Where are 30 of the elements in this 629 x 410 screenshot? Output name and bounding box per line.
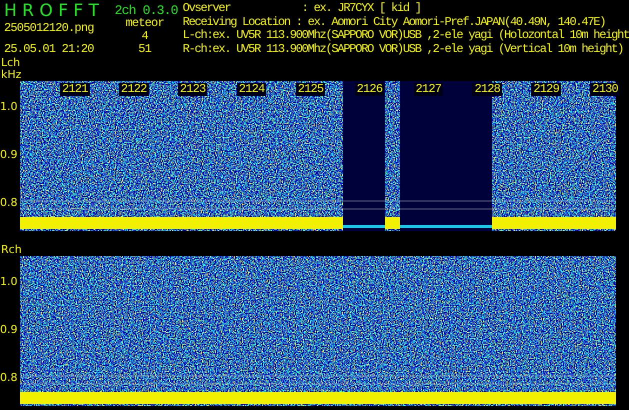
meteor-count: 51 [138,43,152,56]
time-label: 2121 [60,83,90,96]
axis-label: 0.9 [0,149,18,161]
time-label: 2127 [414,83,444,96]
station-info: L-ch:ex. UV5R 113.900Mhz(SAPPORO VOR)USB ,2-ele yagi (Holozontal 10m height [182,29,629,42]
time-label: 2124 [236,83,266,96]
axis-label: 0.8 [0,197,18,209]
axis-label: 1.0 [0,101,18,113]
app-title: H R O F F T [4,2,100,20]
unit-label: kHz [0,69,22,81]
time-label: 2126 [354,83,384,96]
time-label: 2122 [118,83,149,96]
time-label: 2129 [531,83,561,96]
axis-label: 0.8 [0,372,18,384]
station-info: Receiving Location : ex. Aomori City Aomori-Pref.JAPAN(40.49N, 140.47E) [182,16,606,29]
station-info: Ovserver : ex. JR7CYX [ kid ] [182,2,422,16]
time-label: 2123 [178,83,208,96]
channel-label: Rch [0,244,23,256]
version-label: 2ch 0.3.0 [114,4,178,17]
channel-label: Lch [0,57,22,69]
file-name: 2505012120.png [4,22,94,35]
counter-label: meteor [125,17,164,30]
date-time: 25.05.01 21:20 [4,43,94,56]
meteor-count: 4 [141,30,148,43]
axis-label: 1.0 [0,276,18,288]
axis-label: 0.9 [0,324,18,336]
time-label: 2125 [296,83,326,96]
time-label: 2128 [472,83,502,96]
time-label: 2130 [590,83,620,96]
station-info: R-ch:ex. UV5R 113.900Mhz(SAPPORO VOR)USB ,2-ele yagi (Vertical 10m height) [182,42,624,56]
